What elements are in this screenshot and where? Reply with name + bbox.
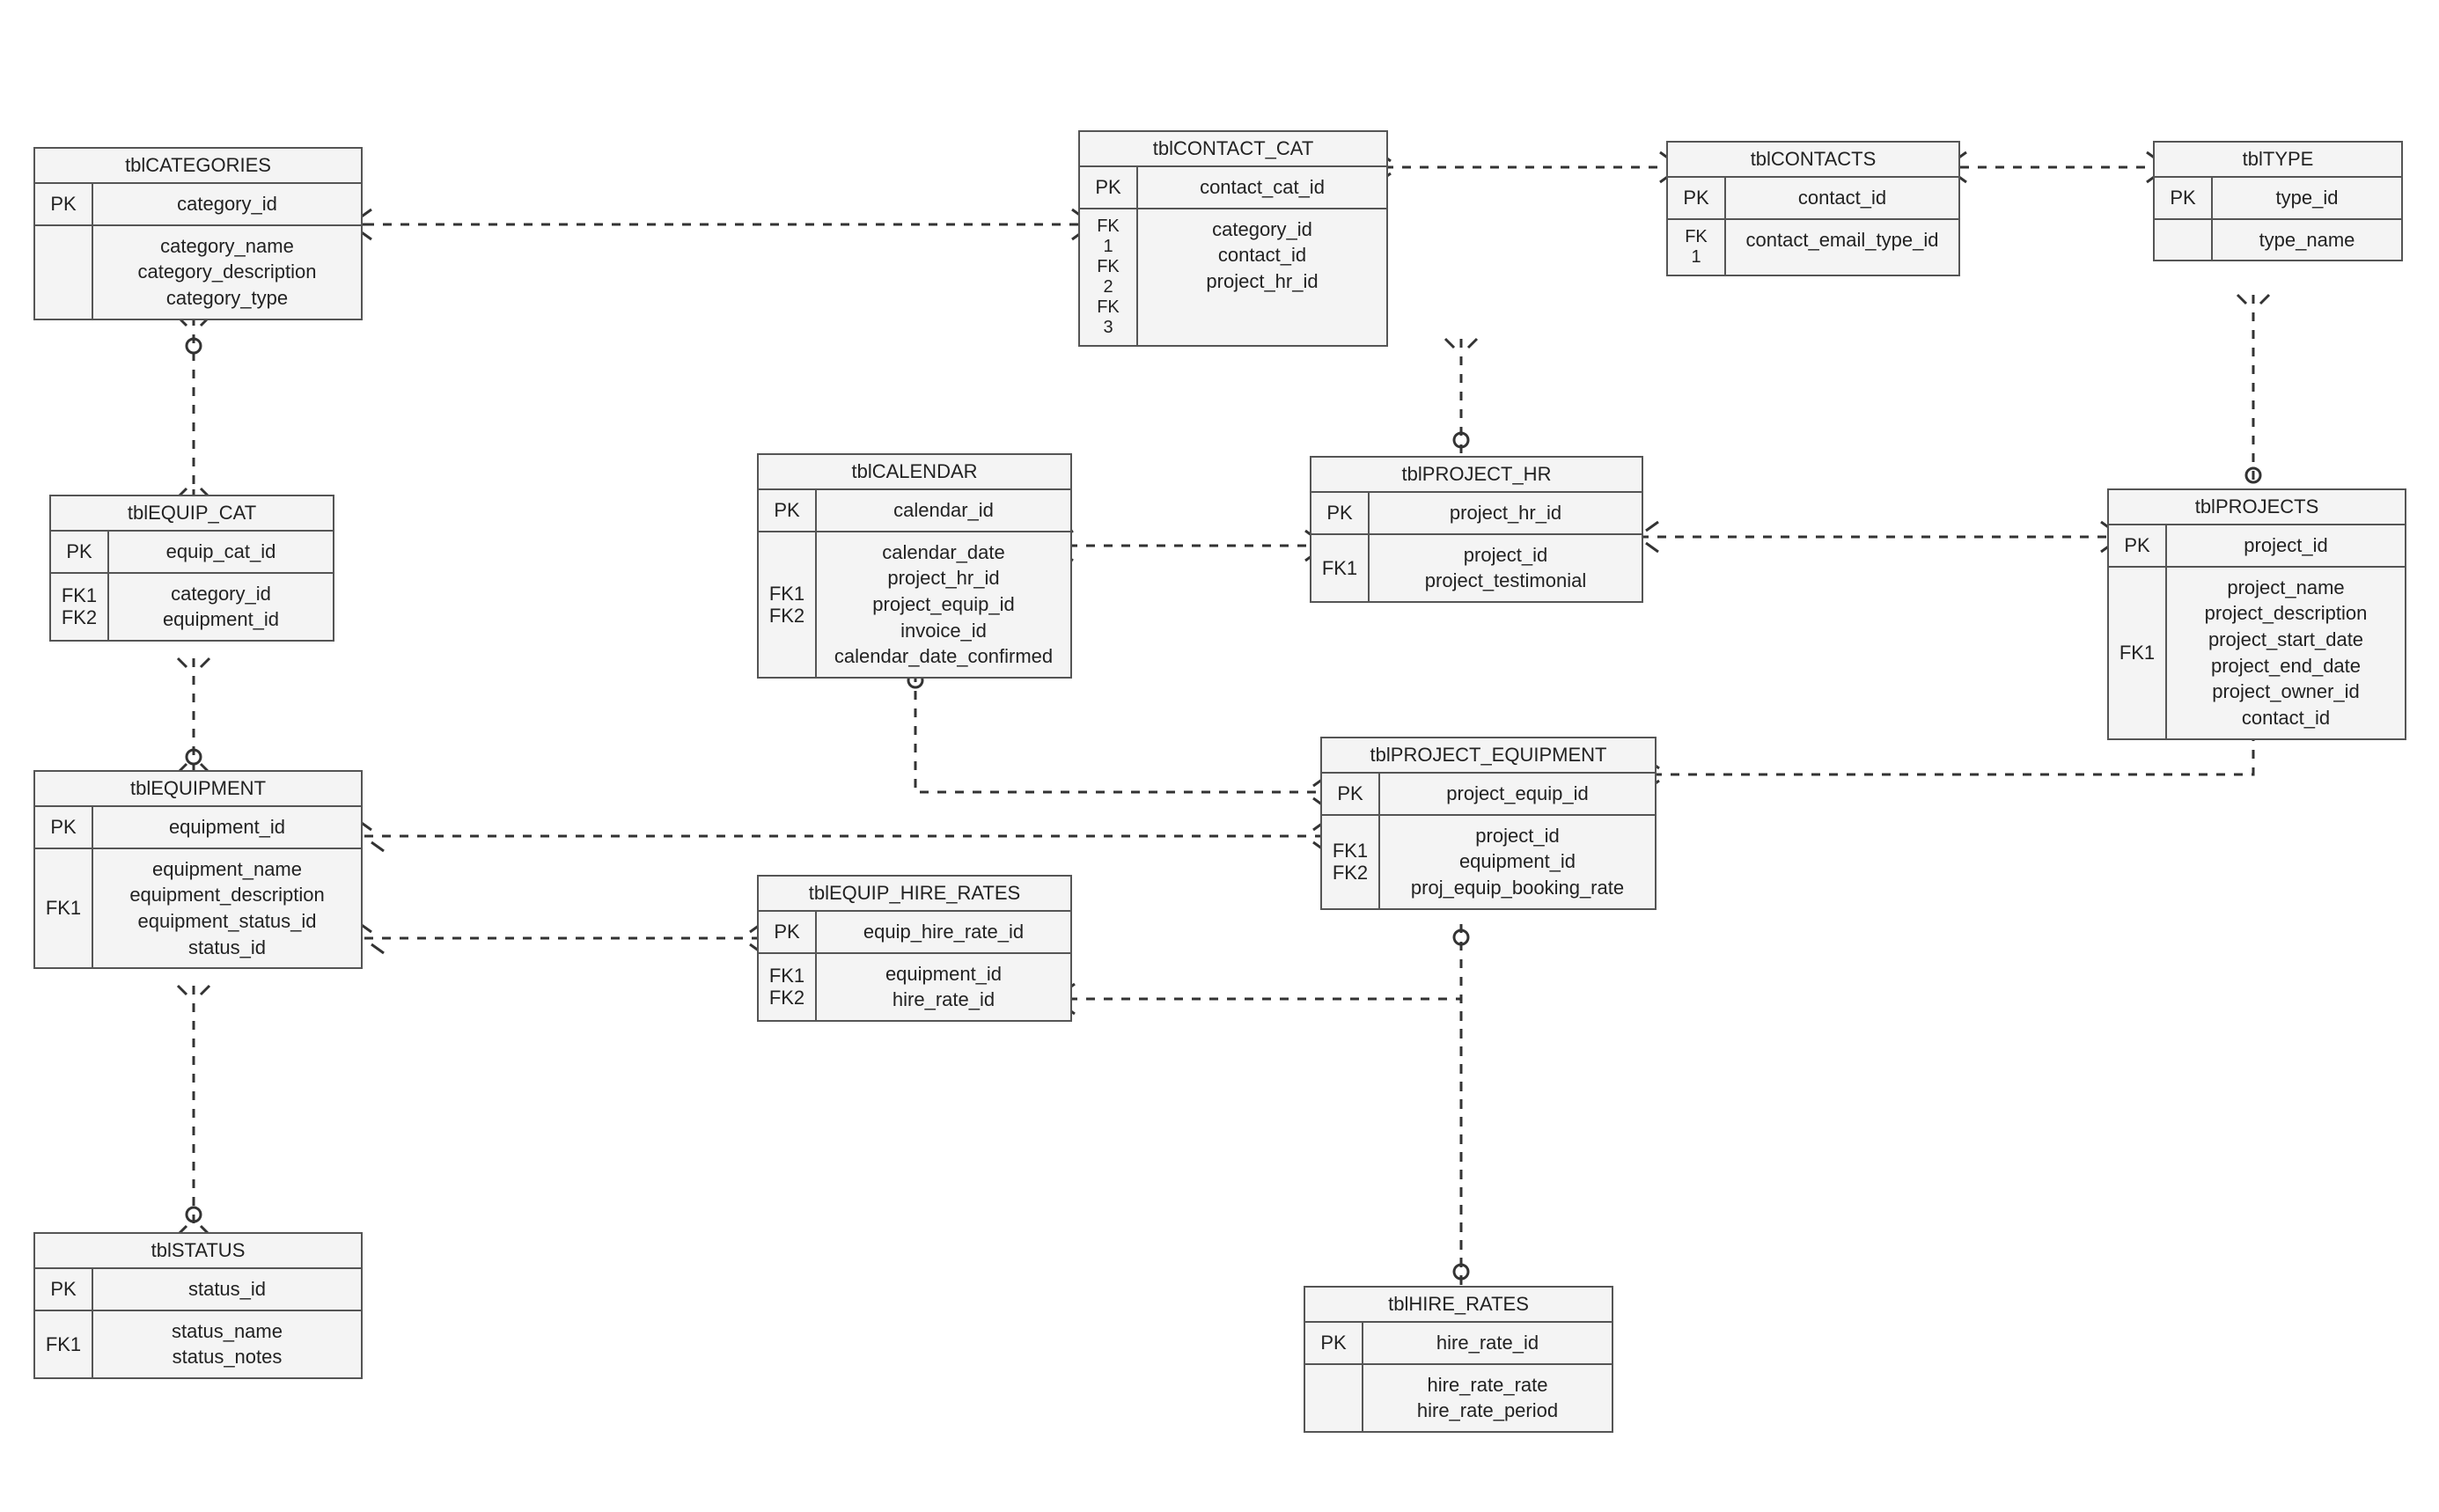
key-label: PK [1305,1323,1363,1363]
entity-title: tblEQUIP_HIRE_RATES [759,877,1070,912]
key-label: PK [1668,178,1726,218]
pk-field: project_equip_id [1380,774,1655,814]
key-label [35,226,93,319]
attr-fields: equipment_name equipment_description equ… [93,849,361,968]
attr-fields: project_id equipment_id proj_equip_booki… [1380,816,1655,908]
pk-field: hire_rate_id [1363,1323,1612,1363]
entity-equip-hire-rates: tblEQUIP_HIRE_RATES PK equip_hire_rate_i… [757,875,1072,1022]
pk-field: contact_id [1726,178,1958,218]
attr-fields: type_name [2213,220,2401,261]
entity-status: tblSTATUS PK status_id FK1 status_name s… [33,1232,363,1379]
pk-field: status_id [93,1269,361,1310]
entity-type: tblTYPE PK type_id type_name [2153,141,2403,261]
entity-title: tblTYPE [2155,143,2401,178]
entity-title: tblEQUIP_CAT [51,496,333,532]
attr-fields: category_id contact_id project_hr_id [1138,209,1386,345]
pk-field: calendar_id [817,490,1070,531]
pk-field: equipment_id [93,807,361,848]
key-label [2155,220,2213,261]
entity-categories: tblCATEGORIES PK category_id category_na… [33,147,363,320]
pk-field: type_id [2213,178,2401,218]
key-label: FK1 [2109,568,2167,738]
attr-fields: category_name category_description categ… [93,226,361,319]
pk-field: contact_cat_id [1138,167,1386,208]
key-label: PK [1080,167,1138,208]
entity-title: tblCALENDAR [759,455,1070,490]
entity-project-hr: tblPROJECT_HR PK project_hr_id FK1 proje… [1310,456,1643,603]
attr-fields: calendar_date project_hr_id project_equi… [817,532,1070,677]
pk-field: project_id [2167,525,2405,566]
entity-title: tblCONTACT_CAT [1080,132,1386,167]
pk-field: equip_cat_id [109,532,333,572]
key-label: PK [2109,525,2167,566]
key-label: PK [759,912,817,952]
entity-title: tblCATEGORIES [35,149,361,184]
entity-projects: tblPROJECTS PK project_id FK1 project_na… [2107,488,2406,740]
key-label: PK [1311,493,1370,533]
attr-fields: status_name status_notes [93,1311,361,1377]
entity-contact-cat: tblCONTACT_CAT PK contact_cat_id FK 1 FK… [1078,130,1388,347]
attr-fields: project_name project_description project… [2167,568,2405,738]
entity-title: tblHIRE_RATES [1305,1288,1612,1323]
key-label: PK [35,807,93,848]
entity-title: tblPROJECT_HR [1311,458,1642,493]
attr-fields: hire_rate_rate hire_rate_period [1363,1365,1612,1431]
key-label: FK1 FK2 [51,574,109,640]
pk-field: category_id [93,184,361,224]
key-label: FK1 FK2 [759,532,817,677]
entity-title: tblPROJECT_EQUIPMENT [1322,738,1655,774]
erd-canvas: tblCATEGORIES PK category_id category_na… [0,0,2439,1512]
key-label: FK 1 FK 2 FK 3 [1080,209,1138,345]
entity-equipment: tblEQUIPMENT PK equipment_id FK1 equipme… [33,770,363,969]
key-label: PK [2155,178,2213,218]
key-label: FK1 [35,1311,93,1377]
entity-contacts: tblCONTACTS PK contact_id FK 1 contact_e… [1666,141,1960,276]
entity-hire-rates: tblHIRE_RATES PK hire_rate_id hire_rate_… [1304,1286,1613,1433]
key-label: PK [35,1269,93,1310]
entity-title: tblEQUIPMENT [35,772,361,807]
key-label: FK1 FK2 [759,954,817,1020]
key-label: FK1 [1311,535,1370,601]
entity-title: tblPROJECTS [2109,490,2405,525]
attr-fields: category_id equipment_id [109,574,333,640]
pk-field: project_hr_id [1370,493,1642,533]
attr-fields: contact_email_type_id [1726,220,1958,275]
entity-title: tblSTATUS [35,1234,361,1269]
key-label: PK [759,490,817,531]
key-label: FK 1 [1668,220,1726,275]
entity-title: tblCONTACTS [1668,143,1958,178]
key-label: PK [51,532,109,572]
key-label: PK [1322,774,1380,814]
key-label [1305,1365,1363,1431]
key-label: FK1 FK2 [1322,816,1380,908]
entity-equip-cat: tblEQUIP_CAT PK equip_cat_id FK1 FK2 cat… [49,495,334,642]
key-label: FK1 [35,849,93,968]
entity-project-equipment: tblPROJECT_EQUIPMENT PK project_equip_id… [1320,737,1657,910]
entity-calendar: tblCALENDAR PK calendar_id FK1 FK2 calen… [757,453,1072,679]
key-label: PK [35,184,93,224]
pk-field: equip_hire_rate_id [817,912,1070,952]
attr-fields: equipment_id hire_rate_id [817,954,1070,1020]
attr-fields: project_id project_testimonial [1370,535,1642,601]
